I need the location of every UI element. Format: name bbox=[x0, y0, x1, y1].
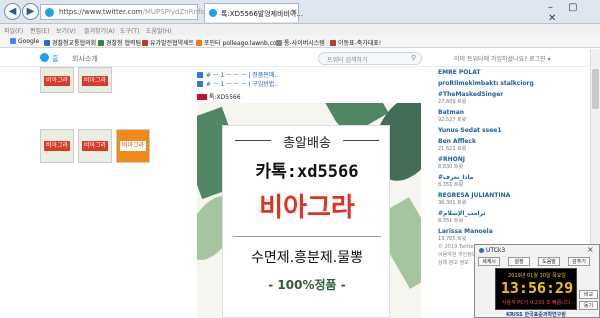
favorite-item[interactable]: 유가발전협약세트 bbox=[142, 38, 194, 47]
nav-about[interactable]: 회사소개 bbox=[72, 54, 98, 64]
tweet-handle[interactable]: 톡:XD5566 bbox=[197, 92, 241, 101]
clock-pc-offset: 사용자 PC가 0.233 초 빠릅니다. bbox=[501, 300, 573, 306]
bookmark-icon bbox=[142, 40, 148, 46]
menu-view[interactable]: 보기(V) bbox=[56, 26, 76, 35]
compare-button[interactable]: 비교 bbox=[579, 290, 598, 299]
thumbnail[interactable]: 비아그라 bbox=[78, 129, 112, 163]
back-icon[interactable]: ◀ bbox=[4, 3, 21, 20]
bookmark-icon bbox=[330, 40, 336, 46]
flag-icon bbox=[197, 94, 207, 100]
kriss-logo: KRISS 한국표준과학연구원 bbox=[506, 312, 566, 318]
bookmark-icon bbox=[276, 40, 282, 46]
nav-home[interactable]: 홈 bbox=[52, 54, 58, 64]
trend-count: 36,301 트윗 bbox=[438, 200, 467, 206]
clock-date: 2019년 01월 30일 목요일 bbox=[508, 273, 566, 279]
thumbnail[interactable]: 비아그라 bbox=[116, 129, 150, 163]
favorite-item[interactable]: 경찰청 협력팀 bbox=[98, 38, 141, 47]
trend-item[interactable]: Yunus Sedat ssee1 bbox=[438, 127, 502, 134]
trend-item[interactable]: #ماذا_تعرف bbox=[438, 174, 473, 181]
settings-button[interactable]: 설정 bbox=[508, 257, 530, 266]
close-icon[interactable]: × bbox=[587, 245, 594, 254]
twitter-favicon-icon bbox=[45, 8, 54, 17]
address-bar[interactable]: https://www.twitter.com/MUPSPlydZnRnfs bbox=[40, 4, 204, 20]
world-time-button[interactable]: 세계시 bbox=[478, 257, 500, 266]
hide-button[interactable]: 감추기 bbox=[568, 257, 590, 266]
twitter-bird-icon[interactable] bbox=[40, 53, 49, 62]
trend-count: 8,351 트윗 bbox=[438, 182, 464, 188]
bookmark-icon bbox=[98, 40, 104, 46]
clock-time: 13:56:29 bbox=[500, 279, 574, 297]
search-icon[interactable]: ⚲ bbox=[411, 54, 416, 62]
favorites-bar: Google 경찰청교통협의회 경찰청 협력팀 유가발전협약세트 포인터 pol… bbox=[0, 35, 600, 48]
address-url: https://www.twitter.com/MUPSPlydZnRnfs bbox=[59, 8, 205, 16]
thumbnail[interactable]: 비아그라 bbox=[40, 129, 74, 163]
login-prompt[interactable]: 이미 트위터에 가입하셨나요? 로그인 ▾ bbox=[454, 54, 551, 63]
trend-count: 27,609 트윗 bbox=[438, 99, 467, 105]
trend-count: 8,830 트윗 bbox=[438, 164, 464, 170]
bookmark-icon bbox=[196, 40, 202, 46]
clock-app-icon bbox=[479, 248, 484, 253]
thumbnail[interactable]: 비아그라 bbox=[40, 67, 74, 93]
trend-count: 92,527 트윗 bbox=[438, 117, 467, 123]
menu-favorites[interactable]: 즐겨찾기(A) bbox=[84, 26, 115, 35]
menu-bar: 파일(F) 편집(E) 보기(V) 즐겨찾기(A) 도구(T) 도움말(H) bbox=[0, 24, 600, 35]
search-input[interactable]: 트위터 검색하기 ⚲ bbox=[318, 52, 422, 65]
menu-tools[interactable]: 도구(T) bbox=[120, 26, 139, 35]
search-placeholder: 트위터 검색하기 bbox=[327, 57, 368, 64]
trend-item[interactable]: proRIlmekimbaktı stalkciorg bbox=[438, 80, 534, 87]
clock-window: UTCk3 × 세계시 설정 도움말 감추기 2019년 01월 30일 목요일… bbox=[474, 244, 600, 318]
tweet-text-line: # ㅡ 1 ㅡ ㅡ ㅡ | 구입방법.. bbox=[197, 79, 427, 88]
favorite-item[interactable]: 통-사이버시스템 bbox=[276, 38, 325, 47]
checkbox-emoji-icon bbox=[197, 81, 203, 87]
menu-edit[interactable]: 편집(E) bbox=[30, 26, 50, 35]
trend-item[interactable]: #TheMaskedSinger bbox=[438, 91, 503, 98]
trend-item[interactable]: Larissa Manoela bbox=[438, 228, 493, 235]
media-thumbnails: 비아그라 비아그라 비아그라 비아그라 비아그라 bbox=[40, 67, 155, 318]
help-button[interactable]: 도움말 bbox=[538, 257, 560, 266]
trend-count: 21,621 트윗 bbox=[438, 146, 467, 152]
tab-twitter-icon bbox=[209, 9, 217, 17]
favorite-item[interactable]: 포인터 polleago.lawnb.co... bbox=[196, 38, 282, 47]
trend-count: 8,351 트윗 bbox=[438, 218, 464, 224]
sync-button[interactable]: 동기 bbox=[579, 301, 598, 310]
browser-tab[interactable]: 톡:XD5566발엉제바비아... × bbox=[204, 3, 303, 22]
forward-icon[interactable]: ▶ bbox=[22, 3, 39, 20]
clock-display: 2019년 01월 30일 목요일 13:56:29 사용자 PC가 0.233… bbox=[495, 268, 577, 310]
ad-tagline: - 100%정품 - bbox=[268, 278, 346, 292]
trend-item[interactable]: #ترامب_الإسلام bbox=[438, 210, 486, 217]
ad-headline: 총알배송 bbox=[283, 136, 331, 151]
trend-item[interactable]: Ben Affleck bbox=[438, 138, 476, 145]
favorite-item[interactable]: 경찰청교통협의회 bbox=[44, 38, 96, 47]
trend-item[interactable]: #RHONJ bbox=[438, 156, 465, 163]
thumbnail[interactable]: 비아그라 bbox=[78, 67, 112, 93]
favorite-item[interactable]: Google bbox=[10, 38, 39, 45]
twitter-nav: 홈 회사소개 트위터 검색하기 ⚲ 이미 트위터에 가입하셨나요? 로그인 ▾ bbox=[0, 49, 600, 67]
checkbox-emoji-icon bbox=[197, 72, 203, 78]
trend-item[interactable]: REGRESA JULIANTINA bbox=[438, 192, 510, 199]
trend-count: 13,765 트윗 bbox=[438, 236, 467, 242]
trend-item[interactable]: Batman bbox=[438, 109, 464, 116]
favorite-item[interactable]: 이동표-축가대표! bbox=[330, 38, 381, 47]
clock-title: UTCk3 bbox=[486, 247, 506, 254]
window-controls[interactable]: – ▢ ✕ bbox=[548, 2, 600, 24]
ad-product-list: 수면제.흥분제.물뽕 bbox=[251, 250, 363, 266]
menu-help[interactable]: 도움말(H) bbox=[146, 26, 172, 35]
google-icon bbox=[10, 38, 16, 44]
tweet-image[interactable]: 총알배송 카톡:xd5566 비아그라 수면제.흥분제.물뽕 - 100%정품 … bbox=[197, 103, 421, 318]
trend-item[interactable]: EMRE POLAT bbox=[438, 69, 480, 76]
tab-close-icon[interactable]: × bbox=[291, 7, 298, 16]
scrollbar-thumb[interactable] bbox=[592, 69, 599, 109]
bookmark-icon bbox=[44, 40, 50, 46]
ad-product: 비아그라 bbox=[259, 193, 355, 223]
ad-text-box: 총알배송 카톡:xd5566 비아그라 수면제.흥분제.물뽕 - 100%정품 … bbox=[222, 125, 390, 318]
ad-contact: 카톡:xd5566 bbox=[255, 162, 359, 182]
menu-file[interactable]: 파일(F) bbox=[4, 26, 23, 35]
tweet-text-line: # ㅡ 1 ㅡ ㅡ ㅡ | 정품판매.. bbox=[197, 70, 427, 79]
browser-title-bar: ◀ ▶ https://www.twitter.com/MUPSPlydZnRn… bbox=[0, 0, 600, 24]
